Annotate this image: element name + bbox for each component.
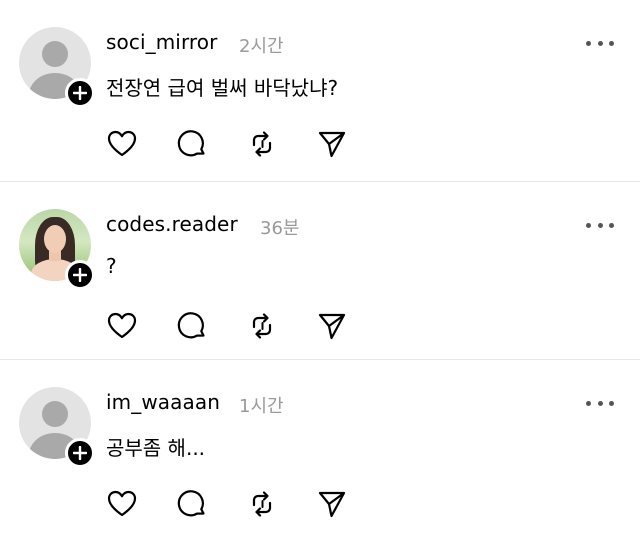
- username[interactable]: im_waaaan: [106, 390, 220, 414]
- more-dots-icon[interactable]: [586, 395, 614, 411]
- thread-post: im_waaaan 1시간 공부좀 해...: [0, 360, 640, 538]
- username[interactable]: soci_mirror: [106, 30, 217, 54]
- heart-icon[interactable]: [106, 128, 138, 160]
- heart-icon[interactable]: [106, 310, 138, 342]
- repost-icon[interactable]: [246, 488, 278, 520]
- avatar[interactable]: [19, 27, 95, 108]
- follow-plus-icon[interactable]: [65, 78, 95, 108]
- post-time: 36분: [260, 218, 300, 239]
- send-icon[interactable]: [316, 488, 348, 520]
- follow-plus-icon[interactable]: [65, 438, 95, 468]
- send-icon[interactable]: [316, 310, 348, 342]
- post-text: 전장연 급여 벌써 바닥났냐?: [106, 76, 339, 100]
- thread-post: soci_mirror 2시간 전장연 급여 벌써 바닥났냐?: [0, 0, 640, 181]
- repost-icon[interactable]: [246, 310, 278, 342]
- thread-post: codes.reader 36분 ?: [0, 182, 640, 359]
- comment-bubble-icon[interactable]: [176, 310, 208, 342]
- comment-bubble-icon[interactable]: [176, 488, 208, 520]
- post-time: 1시간: [239, 396, 284, 417]
- repost-icon[interactable]: [246, 128, 278, 160]
- username[interactable]: codes.reader: [106, 212, 238, 236]
- more-dots-icon[interactable]: [586, 35, 614, 51]
- follow-plus-icon[interactable]: [65, 260, 95, 290]
- thread-feed: soci_mirror 2시간 전장연 급여 벌써 바닥났냐? codes.re…: [0, 0, 640, 538]
- avatar[interactable]: [19, 387, 95, 468]
- avatar[interactable]: [19, 209, 95, 290]
- comment-bubble-icon[interactable]: [176, 128, 208, 160]
- heart-icon[interactable]: [106, 488, 138, 520]
- send-icon[interactable]: [316, 128, 348, 160]
- post-text: 공부좀 해...: [106, 436, 206, 460]
- post-text: ?: [106, 254, 117, 278]
- post-time: 2시간: [239, 36, 284, 57]
- more-dots-icon[interactable]: [586, 217, 614, 233]
